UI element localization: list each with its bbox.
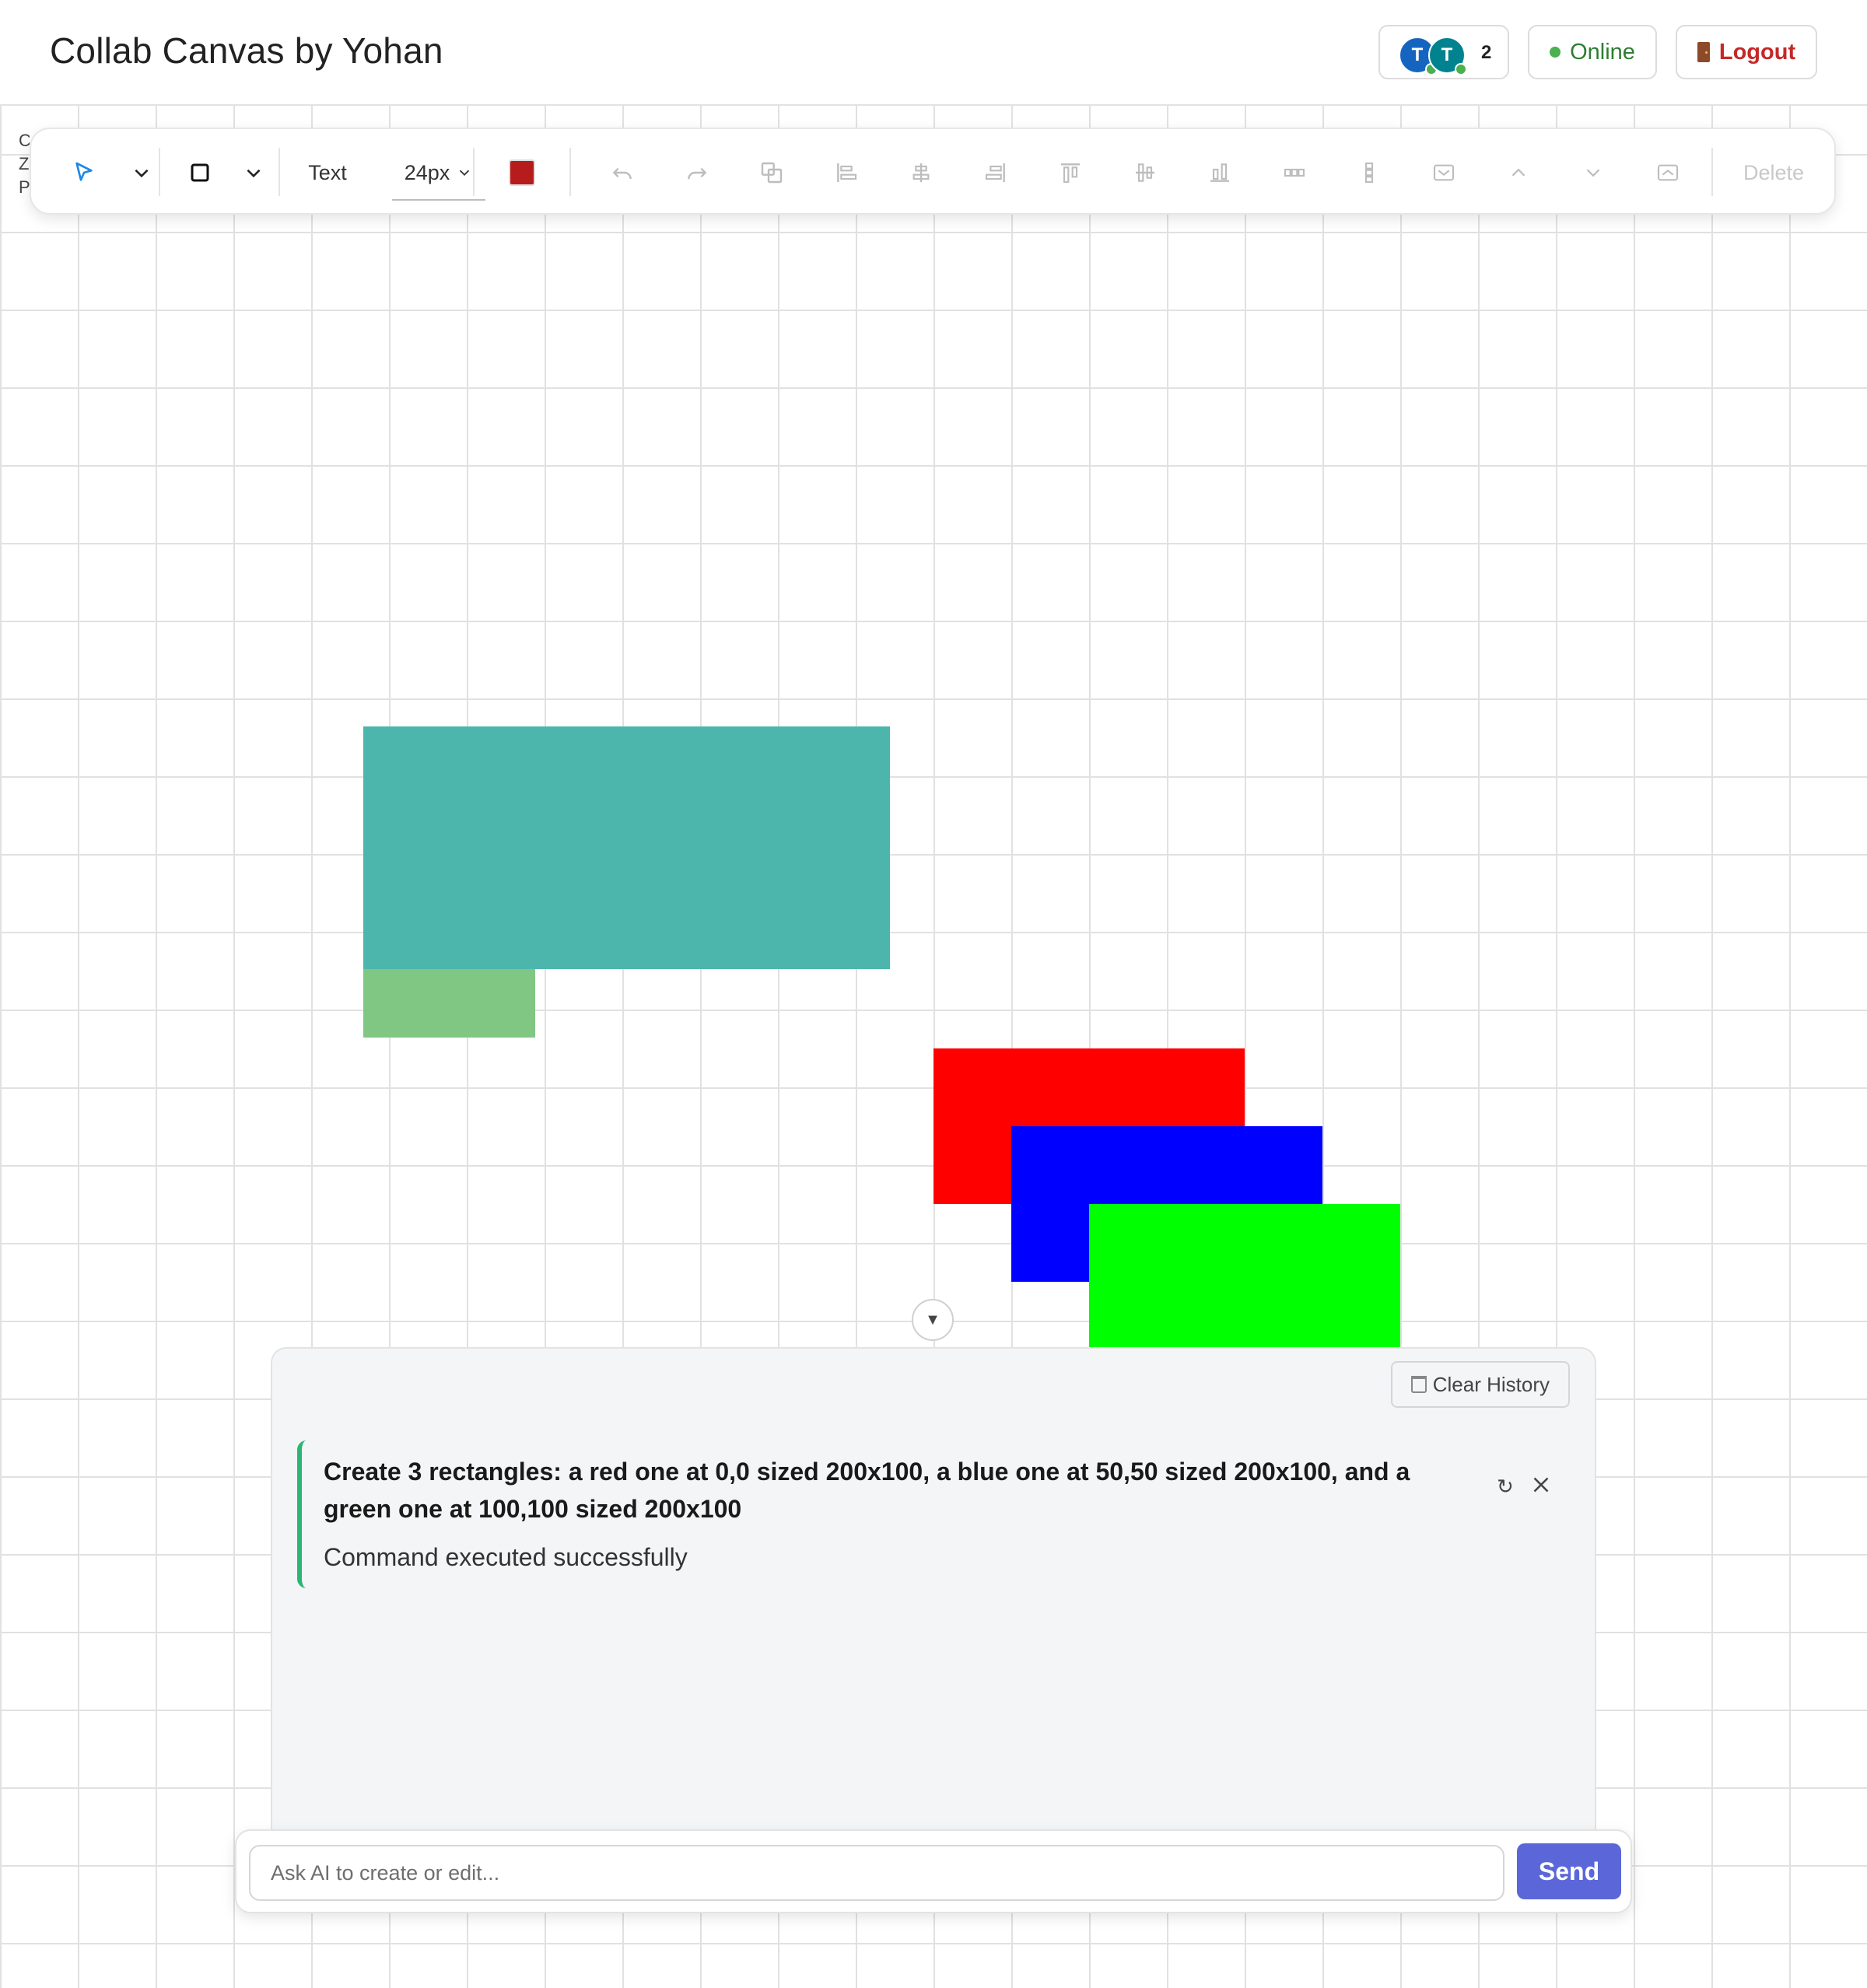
align-right-button[interactable] <box>972 129 1019 216</box>
status-dot-icon <box>1550 47 1561 58</box>
chevron-down-icon <box>460 170 470 177</box>
chevron-up-icon <box>1511 168 1525 177</box>
align-top-button[interactable] <box>1047 129 1094 216</box>
history-command: Create 3 rectangles: a red one at 0,0 si… <box>324 1458 1410 1523</box>
cursor-icon <box>75 162 93 181</box>
connection-status: Online <box>1528 25 1657 79</box>
clear-history-button[interactable]: Clear History <box>1390 1361 1570 1408</box>
align-left-button[interactable] <box>823 129 870 216</box>
distribute-horizontal-icon <box>1284 168 1305 177</box>
canvas-info-line: Z <box>19 154 30 173</box>
align-middle-icon <box>1136 163 1154 182</box>
send-to-back-button[interactable] <box>1420 129 1467 216</box>
redo-icon <box>688 167 707 180</box>
font-size-underline <box>392 199 485 201</box>
font-size-value: 24px <box>404 160 450 184</box>
align-center-icon <box>912 163 930 182</box>
duplicate-button[interactable] <box>748 129 795 216</box>
send-backward-button[interactable] <box>1570 129 1617 216</box>
status-label: Online <box>1570 39 1635 65</box>
select-tool-dropdown[interactable] <box>118 129 165 216</box>
align-top-icon <box>1061 163 1080 184</box>
undo-button[interactable] <box>599 129 646 216</box>
divider <box>473 148 475 196</box>
text-tool[interactable]: Text <box>292 129 363 216</box>
align-center-button[interactable] <box>898 129 944 216</box>
avatar-initial: T <box>1441 44 1453 65</box>
align-left-icon <box>837 163 857 182</box>
clear-history-label: Clear History <box>1432 1372 1550 1396</box>
send-button[interactable]: Send <box>1517 1843 1621 1899</box>
avatar-initial: T <box>1411 44 1424 65</box>
avatar: T <box>1428 37 1467 75</box>
door-icon <box>1697 42 1710 62</box>
divider <box>569 148 571 196</box>
canvas-info-line: C <box>19 131 30 150</box>
retry-icon[interactable]: ↻ <box>1497 1475 1514 1499</box>
toolbar: Text 24px Delete <box>30 128 1836 215</box>
green-rectangle[interactable] <box>1089 1204 1400 1349</box>
ai-chat-panel: Clear History Create 3 rectangles: a red… <box>271 1347 1596 1829</box>
divider <box>1711 148 1713 196</box>
user-count: 2 <box>1481 42 1492 63</box>
rectangle-tool[interactable] <box>174 129 226 216</box>
light-green-rectangle[interactable] <box>363 969 535 1038</box>
history-item: Create 3 rectangles: a red one at 0,0 si… <box>297 1440 1550 1588</box>
align-bottom-icon <box>1210 163 1229 182</box>
square-icon <box>191 163 209 182</box>
divider <box>278 148 280 196</box>
logout-button[interactable]: Logout <box>1676 25 1817 79</box>
chevron-down-icon <box>1586 169 1600 177</box>
duplicate-icon <box>761 162 783 184</box>
app-header: Collab Canvas by Yohan T T 2 Online Logo… <box>0 0 1867 106</box>
ai-input-bar: Send <box>235 1829 1632 1913</box>
canvas-info-line: P <box>19 177 30 197</box>
undo-icon <box>612 167 632 180</box>
distribute-vertical-icon <box>1364 162 1374 184</box>
align-right-icon <box>985 163 1005 182</box>
font-size-select[interactable]: 24px <box>392 129 485 216</box>
chevron-down-icon <box>135 169 149 178</box>
triangle-down-icon: ▼ <box>925 1311 941 1328</box>
bring-forward-button[interactable] <box>1495 129 1542 216</box>
online-dot-icon <box>1455 63 1467 75</box>
chevron-down-icon <box>247 169 261 178</box>
layer-down-icon <box>1433 164 1455 181</box>
shape-tool-dropdown[interactable] <box>230 129 277 216</box>
delete-button[interactable]: Delete <box>1727 129 1820 216</box>
align-bottom-button[interactable] <box>1196 129 1243 216</box>
app-title: Collab Canvas by Yohan <box>50 30 443 71</box>
presence-indicator[interactable]: T T 2 <box>1378 25 1509 79</box>
color-swatch <box>509 159 535 186</box>
ai-prompt-input[interactable] <box>249 1845 1504 1901</box>
color-picker[interactable] <box>495 129 549 216</box>
select-tool[interactable] <box>61 129 107 216</box>
distribute-vertical-button[interactable] <box>1346 129 1392 216</box>
layer-up-icon <box>1657 164 1679 181</box>
distribute-horizontal-button[interactable] <box>1271 129 1318 216</box>
history-result: Command executed successfully <box>324 1543 688 1571</box>
close-icon[interactable] <box>1528 1472 1554 1498</box>
bring-to-front-button[interactable] <box>1645 129 1691 216</box>
collapse-panel-button[interactable]: ▼ <box>912 1299 954 1341</box>
align-middle-button[interactable] <box>1122 129 1168 216</box>
redo-button[interactable] <box>674 129 720 216</box>
logout-label: Logout <box>1718 39 1796 65</box>
trash-icon <box>1410 1376 1427 1393</box>
divider <box>159 148 160 196</box>
teal-rectangle[interactable] <box>363 726 890 969</box>
canvas-info-overlay: C Z P <box>19 129 30 199</box>
